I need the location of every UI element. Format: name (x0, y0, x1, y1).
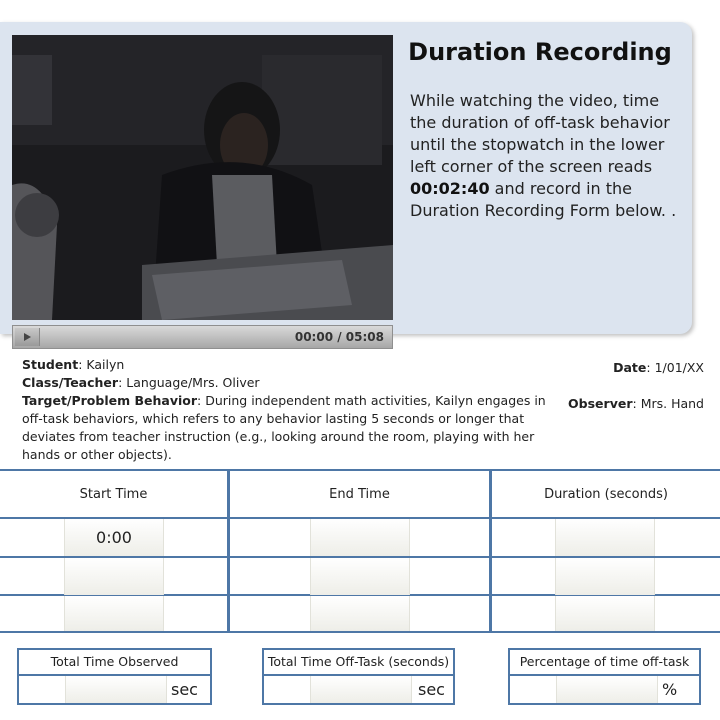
duration-input[interactable] (555, 519, 655, 556)
student-label: Student (22, 357, 79, 372)
class-label: Class/Teacher (22, 375, 119, 390)
percent-offtask-unit: % (662, 680, 678, 699)
video-frame (12, 35, 393, 320)
class-line: Class/Teacher: Language/Mrs. Oliver (22, 375, 260, 390)
observation-info: Student: Kailyn Class/Teacher: Language/… (22, 356, 567, 464)
total-offtask-label: Total Time Off-Task (seconds) (264, 650, 453, 676)
total-observed-box: Total Time Observed (seconds) sec (17, 648, 212, 705)
observer-line: Observer: Mrs. Hand (568, 396, 704, 411)
target-label: Target/Problem Behavior (22, 393, 198, 408)
percent-offtask-label: Percentage of time off-task (510, 650, 699, 676)
instructions-target-time: 00:02:40 (410, 179, 490, 198)
header-end-time: End Time (329, 487, 390, 502)
end-time-input[interactable] (310, 596, 410, 631)
video-player[interactable] (12, 35, 393, 320)
total-offtask-input[interactable] (310, 676, 412, 703)
table-border (0, 469, 720, 471)
instructions-text: While watching the video, time the durat… (410, 90, 678, 222)
start-time-input[interactable]: 0:00 (64, 519, 164, 556)
video-controls[interactable]: 00:00 / 05:08 (12, 325, 393, 349)
total-offtask-box: Total Time Off-Task (seconds) sec (262, 648, 455, 705)
student-value: Kailyn (82, 357, 125, 372)
start-time-input[interactable] (64, 558, 164, 595)
end-time-input[interactable] (310, 519, 410, 556)
end-time-input[interactable] (310, 558, 410, 595)
total-observed-input[interactable] (65, 676, 167, 703)
date-line: Date: 1/01/XX (613, 360, 704, 375)
class-value: Language/Mrs. Oliver (122, 375, 260, 390)
header-start-time: Start Time (79, 487, 148, 502)
observer-value: Mrs. Hand (636, 396, 704, 411)
header-duration: Duration (seconds) (544, 487, 668, 502)
duration-input[interactable] (555, 596, 655, 631)
total-offtask-unit: sec (418, 680, 445, 699)
play-button[interactable] (15, 328, 40, 346)
observer-label: Observer (568, 396, 633, 411)
date-label: Date (613, 360, 647, 375)
percent-offtask-box: Percentage of time off-task % (508, 648, 701, 705)
video-time-readout: 00:00 / 05:08 (294, 330, 384, 344)
total-observed-label: Total Time Observed (seconds) (19, 650, 210, 693)
total-observed-unit: sec (171, 680, 198, 699)
play-icon (24, 333, 31, 341)
start-time-input[interactable] (64, 596, 164, 631)
instructions-pre: While watching the video, time the durat… (410, 91, 670, 176)
table-border (0, 631, 720, 633)
duration-input[interactable] (555, 558, 655, 595)
percent-offtask-input[interactable] (556, 676, 658, 703)
page-title: Duration Recording (408, 38, 672, 66)
target-line: Target/Problem Behavior: During independ… (22, 393, 546, 462)
date-value: 1/01/XX (650, 360, 704, 375)
student-line: Student: Kailyn (22, 357, 125, 372)
